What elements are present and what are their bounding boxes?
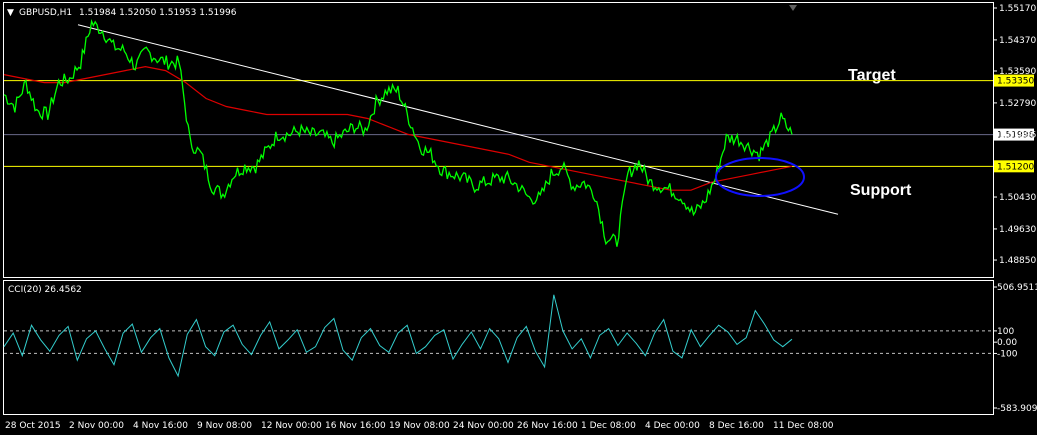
time-tick-label: 26 Nov 16:00 (517, 421, 578, 431)
main-panel-frame (3, 2, 994, 278)
cci-tick-label: 0.00 (997, 338, 1017, 348)
time-tick-label: 1 Dec 08:00 (581, 421, 636, 431)
time-tick-label: 11 Dec 08:00 (773, 421, 834, 431)
cci-tick-label: 506.9511 (997, 283, 1037, 293)
support-annotation: Support (850, 182, 912, 199)
time-tick-label: 8 Dec 16:00 (709, 421, 764, 431)
price-tick-label: 1.54370 (999, 36, 1036, 46)
time-tick-label: 19 Nov 08:00 (389, 421, 450, 431)
cci-tick-label: 100 (997, 327, 1014, 337)
moving-average-line (3, 65, 793, 191)
ohlc-readout: 1.51984 1.52050 1.51953 1.51996 (79, 8, 237, 18)
price-tick-label: 1.51996 (999, 131, 1036, 141)
cci-line (3, 294, 793, 378)
time-tick-label: 12 Nov 00:00 (261, 421, 322, 431)
price-tick-label: 1.52790 (999, 99, 1036, 109)
price-series-line (3, 18, 793, 247)
cci-tick-label: -100 (997, 349, 1018, 359)
cci-panel-frame (3, 280, 994, 415)
price-tick-label: 1.53590 (999, 67, 1036, 77)
time-tick-label: 16 Nov 16:00 (325, 421, 386, 431)
menu-glyph[interactable]: ▼ (7, 8, 14, 18)
time-tick-label: 24 Nov 00:00 (453, 421, 514, 431)
support-level-label: 1.51200 (997, 162, 1034, 172)
time-tick-label: 9 Nov 08:00 (197, 421, 252, 431)
cci-tick-label: -583.9094 (997, 404, 1037, 414)
symbol-title: GBPUSD,H1 (19, 8, 72, 18)
chart-root: ▼ GBPUSD,H1 1.51984 1.52050 1.51953 1.51… (3, 2, 1037, 431)
breakout-ellipse (715, 157, 805, 197)
downtrend-line[interactable] (77, 24, 839, 215)
chart-shift-marker[interactable] (789, 5, 797, 11)
price-tick-label: 1.55170 (999, 4, 1036, 14)
price-tick-label: 1.49630 (999, 225, 1036, 235)
time-tick-label: 28 Oct 2015 (5, 421, 61, 431)
time-tick-label: 4 Dec 00:00 (645, 421, 700, 431)
price-tick-label: 1.50430 (999, 193, 1036, 203)
price-tick-label: 1.48850 (999, 256, 1036, 266)
cci-title: CCI(20) 26.4562 (8, 285, 82, 295)
time-tick-label: 2 Nov 00:00 (69, 421, 124, 431)
target-level-label: 1.53350 (997, 77, 1034, 87)
target-annotation: Target (848, 67, 896, 84)
time-tick-label: 4 Nov 16:00 (133, 421, 188, 431)
